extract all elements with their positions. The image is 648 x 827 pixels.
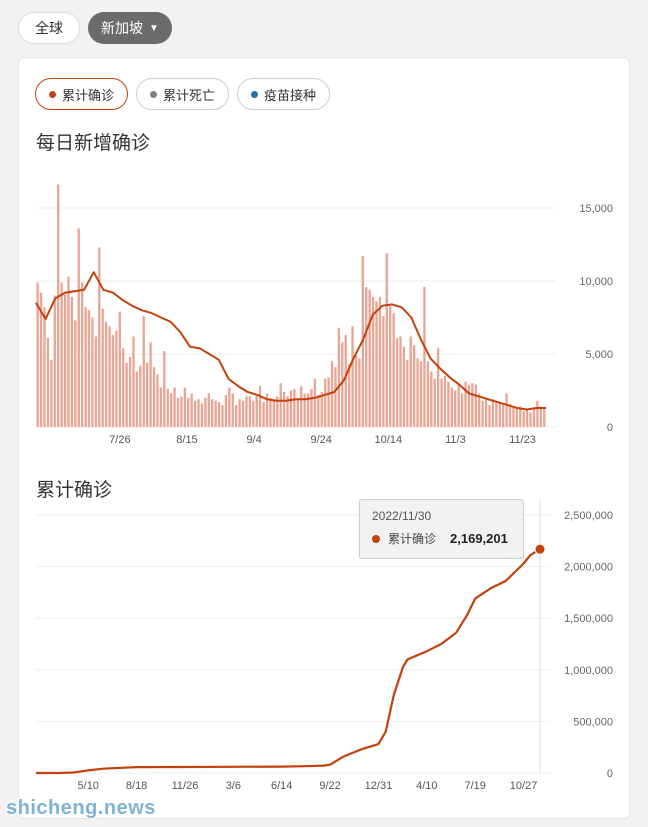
- y-tick-label: 2,000,000: [564, 562, 613, 574]
- x-tick-label: 7/19: [464, 780, 485, 792]
- tooltip-value: 2,169,201: [450, 531, 508, 546]
- watermark: shicheng.news: [6, 797, 156, 819]
- region-tabs: 全球 新加坡 ▼: [18, 12, 172, 44]
- y-tick-label: 1,500,000: [564, 613, 613, 625]
- x-tick-label: 5/10: [78, 780, 99, 792]
- region-tab-global-label: 全球: [35, 20, 63, 36]
- tooltip-row: 累计确诊 2,169,201: [372, 530, 508, 547]
- cumulative-line: [36, 548, 541, 775]
- x-tick-label: 6/14: [271, 780, 292, 792]
- tooltip-date: 2022/11/30: [372, 509, 432, 523]
- caret-down-icon: ▼: [149, 22, 159, 34]
- region-tab-singapore[interactable]: 新加坡 ▼: [88, 12, 172, 44]
- stats-card: 累计确诊 累计死亡 疫苗接种 每日新增确诊 累计确诊 0 5,000 10,000 1…: [18, 57, 630, 819]
- y-tick-label: 2,500,000: [564, 510, 613, 522]
- x-tick-label: 3/6: [226, 780, 241, 792]
- y-tick-label: 500,000: [573, 716, 613, 728]
- tooltip-label: 累计确诊: [388, 532, 437, 546]
- x-tick-label: 10/27: [510, 780, 538, 792]
- cumulative-cases-chart[interactable]: 0 500,000 1,000,000 1,500,000 2,000,000 2,500…: [19, 58, 631, 820]
- chart-tooltip: 2022/11/30 累计确诊 2,169,201: [359, 499, 524, 559]
- y-tick-label: 0: [607, 768, 613, 780]
- x-tick-label: 9/22: [319, 780, 340, 792]
- tooltip-dot-icon: [372, 534, 380, 543]
- region-tab-global[interactable]: 全球: [18, 12, 80, 44]
- x-tick-label: 12/31: [365, 780, 393, 792]
- x-tick-label: 8/18: [126, 780, 147, 792]
- x-tick-label: 4/10: [416, 780, 437, 792]
- region-tab-singapore-label: 新加坡: [101, 20, 144, 36]
- x-tick-label: 11/26: [172, 780, 199, 792]
- highlight-point[interactable]: [534, 543, 546, 555]
- y-tick-label: 1,000,000: [564, 665, 613, 677]
